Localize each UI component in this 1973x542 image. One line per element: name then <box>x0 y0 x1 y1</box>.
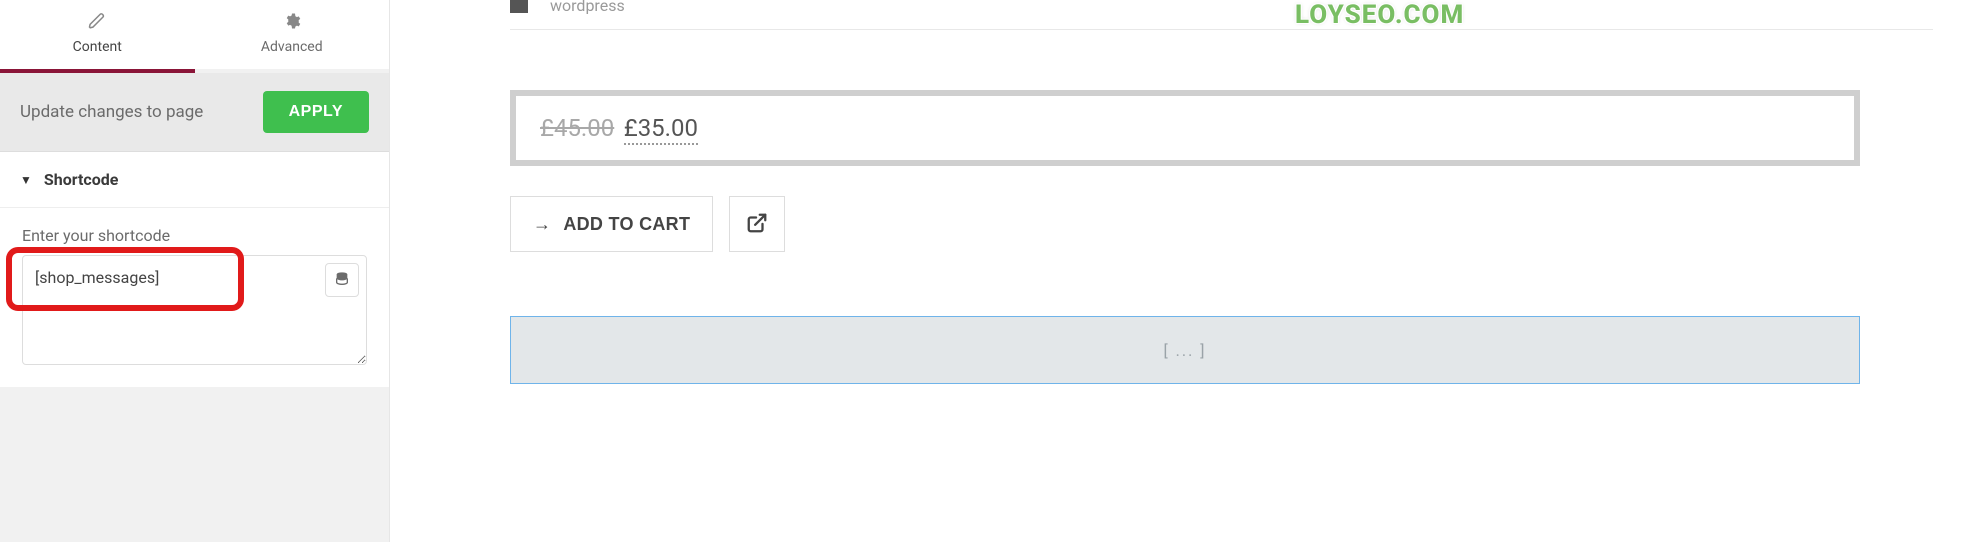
dynamic-data-button[interactable] <box>325 263 359 297</box>
gear-icon <box>283 12 301 33</box>
database-icon <box>334 271 350 290</box>
section-header[interactable]: ▼ Shortcode <box>0 152 389 208</box>
breadcrumb-text: wordpress <box>550 0 625 15</box>
shortcode-input[interactable] <box>22 255 367 365</box>
chevron-down-icon: ▼ <box>20 173 32 187</box>
shortcode-field-label: Enter your shortcode <box>0 208 389 255</box>
apply-button[interactable]: APPLY <box>263 91 369 133</box>
shortcode-placeholder[interactable]: [ ... ] <box>510 316 1860 384</box>
list-icon <box>510 0 528 13</box>
pencil-icon <box>88 12 106 33</box>
editor-sidebar: Content Advanced Update changes to page … <box>0 0 390 542</box>
section-shortcode: ▼ Shortcode Enter your shortcode <box>0 152 389 387</box>
price-old: £45.00 <box>540 114 614 142</box>
sidebar-tabs: Content Advanced <box>0 0 389 69</box>
external-link-icon <box>746 212 768 237</box>
preview-area: LOYSEO.COM wordpress £45.00 £35.00 → ADD… <box>390 0 1973 542</box>
price-new: £35.00 <box>624 114 698 145</box>
update-text: Update changes to page <box>20 102 203 122</box>
external-link-button[interactable] <box>729 196 785 252</box>
section-title: Shortcode <box>44 170 119 189</box>
shortcode-field-wrap <box>0 255 389 387</box>
breadcrumb: wordpress <box>510 0 1933 15</box>
divider <box>510 29 1933 30</box>
action-buttons: → ADD TO CART <box>510 196 1933 252</box>
price-box: £45.00 £35.00 <box>510 90 1860 166</box>
tab-content[interactable]: Content <box>0 0 195 69</box>
tab-advanced[interactable]: Advanced <box>195 0 390 69</box>
arrow-right-icon: → <box>533 214 551 235</box>
update-row: Update changes to page APPLY <box>0 73 389 152</box>
add-to-cart-button[interactable]: → ADD TO CART <box>510 196 713 252</box>
tab-advanced-label: Advanced <box>261 39 323 55</box>
add-to-cart-label: ADD TO CART <box>563 214 690 235</box>
tab-content-label: Content <box>73 39 122 55</box>
placeholder-text: [ ... ] <box>1163 341 1206 360</box>
